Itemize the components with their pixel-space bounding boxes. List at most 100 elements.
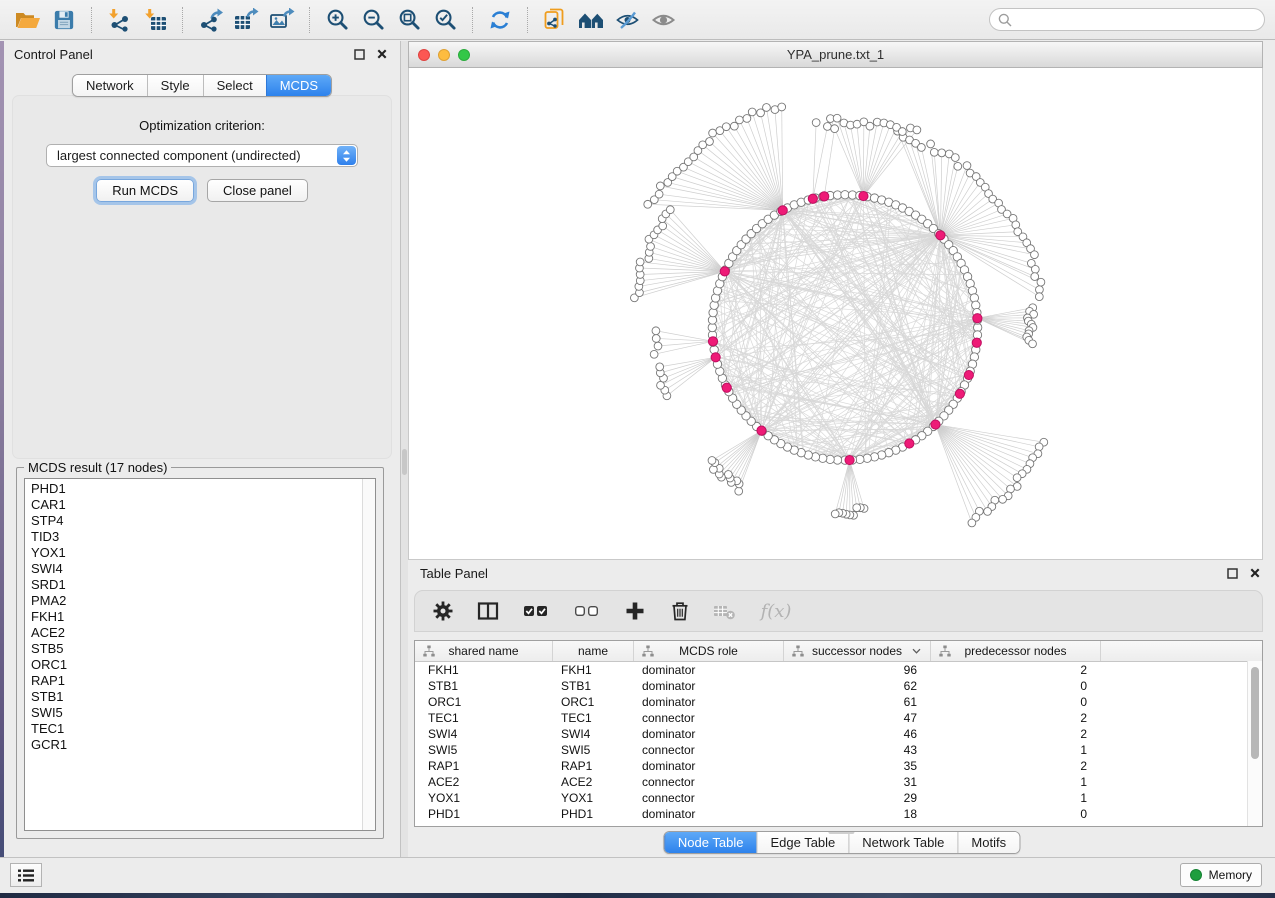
cell-shared-name[interactable]: ACE2 [415,775,553,789]
list-item[interactable]: FKH1 [31,609,362,625]
list-item[interactable]: PHD1 [31,481,362,497]
list-item[interactable]: CAR1 [31,497,362,513]
cell-shared-name[interactable]: PHD1 [415,807,553,821]
cell-mcds-role[interactable]: dominator [634,679,784,693]
zoom-out-icon[interactable] [355,4,391,36]
cell-mcds-role[interactable]: connector [634,743,784,757]
table-row[interactable]: SWI4SWI4dominator462 [415,726,1262,742]
list-item[interactable]: PMA2 [31,593,362,609]
float-panel-icon[interactable] [351,46,367,62]
cell-name[interactable]: TEC1 [553,711,634,725]
cell-shared-name[interactable]: TEC1 [415,711,553,725]
cell-predecessor-nodes[interactable]: 2 [931,759,1101,773]
column-header-name[interactable]: name [553,641,634,661]
cell-mcds-role[interactable]: dominator [634,695,784,709]
add-column-icon[interactable] [622,598,648,624]
cell-name[interactable]: PHD1 [553,807,634,821]
network-canvas[interactable] [408,68,1263,560]
task-history-button[interactable] [10,863,42,887]
search-box[interactable] [989,8,1265,31]
mcds-result-scrollbar[interactable] [362,479,375,830]
list-item[interactable]: TEC1 [31,721,362,737]
close-panel-icon[interactable] [374,46,390,62]
cell-successor-nodes[interactable]: 62 [784,679,931,693]
cell-successor-nodes[interactable]: 47 [784,711,931,725]
network-from-document-icon[interactable] [537,4,573,36]
minimize-window-icon[interactable] [438,49,450,61]
cell-name[interactable]: ORC1 [553,695,634,709]
cell-name[interactable]: ACE2 [553,775,634,789]
table-row[interactable]: FKH1FKH1dominator962 [415,662,1262,678]
close-panel-button[interactable]: Close panel [207,179,308,202]
cell-mcds-role[interactable]: connector [634,775,784,789]
cell-mcds-role[interactable]: dominator [634,663,784,677]
hide-eye-slash-icon[interactable] [609,4,645,36]
table-row[interactable]: ACE2ACE2connector311 [415,774,1262,790]
scrollbar-thumb[interactable] [1251,667,1259,759]
network-view-titlebar[interactable]: YPA_prune.txt_1 [408,41,1263,68]
cell-mcds-role[interactable]: dominator [634,807,784,821]
table-row[interactable]: TEC1TEC1connector472 [415,710,1262,726]
table-tab-motifs[interactable]: Motifs [957,832,1019,853]
cell-predecessor-nodes[interactable]: 2 [931,663,1101,677]
cell-shared-name[interactable]: SWI4 [415,727,553,741]
zoom-selected-icon[interactable] [427,4,463,36]
list-item[interactable]: STP4 [31,513,362,529]
cell-predecessor-nodes[interactable]: 2 [931,711,1101,725]
table-vertical-scrollbar[interactable] [1247,661,1262,826]
cell-shared-name[interactable]: SWI5 [415,743,553,757]
table-row[interactable]: YOX1YOX1connector291 [415,790,1262,806]
cell-mcds-role[interactable]: dominator [634,759,784,773]
cell-predecessor-nodes[interactable]: 2 [931,727,1101,741]
group-houses-icon[interactable] [573,4,609,36]
cell-mcds-role[interactable]: connector [634,791,784,805]
close-window-icon[interactable] [418,49,430,61]
tab-network[interactable]: Network [73,75,147,96]
list-item[interactable]: GCR1 [31,737,362,753]
column-header-shared-name[interactable]: shared name [415,641,553,661]
save-session-icon[interactable] [46,4,82,36]
export-image-icon[interactable] [264,4,300,36]
cell-successor-nodes[interactable]: 35 [784,759,931,773]
column-header-predecessor-nodes[interactable]: predecessor nodes [931,641,1101,661]
tab-style[interactable]: Style [147,75,203,96]
cell-shared-name[interactable]: RAP1 [415,759,553,773]
list-item[interactable]: SWI5 [31,705,362,721]
cell-successor-nodes[interactable]: 31 [784,775,931,789]
table-panel-grip[interactable] [829,831,855,834]
table-row[interactable]: PHD1PHD1dominator180 [415,806,1262,822]
list-item[interactable]: STB5 [31,641,362,657]
select-all-icon[interactable] [520,598,552,624]
list-item[interactable]: ACE2 [31,625,362,641]
cell-shared-name[interactable]: YOX1 [415,791,553,805]
cell-name[interactable]: STB1 [553,679,634,693]
cell-shared-name[interactable]: ORC1 [415,695,553,709]
list-item[interactable]: ORC1 [31,657,362,673]
optimization-criterion-select[interactable]: largest connected component (undirected) [46,144,358,167]
tab-select[interactable]: Select [203,75,266,96]
cell-successor-nodes[interactable]: 61 [784,695,931,709]
export-network-icon[interactable] [192,4,228,36]
list-item[interactable]: TID3 [31,529,362,545]
cell-mcds-role[interactable]: dominator [634,727,784,741]
cell-shared-name[interactable]: STB1 [415,679,553,693]
float-table-panel-icon[interactable] [1224,565,1240,581]
vertical-splitter[interactable] [401,41,408,857]
cell-predecessor-nodes[interactable]: 1 [931,743,1101,757]
network-graph[interactable] [409,68,1262,559]
cell-successor-nodes[interactable]: 29 [784,791,931,805]
column-header-successor-nodes[interactable]: successor nodes [784,641,931,661]
search-input[interactable] [1018,12,1256,28]
zoom-in-icon[interactable] [319,4,355,36]
cell-predecessor-nodes[interactable]: 0 [931,679,1101,693]
splitter-grip[interactable] [402,449,407,475]
cell-name[interactable]: YOX1 [553,791,634,805]
table-row[interactable]: SWI5SWI5connector431 [415,742,1262,758]
cell-name[interactable]: SWI4 [553,727,634,741]
tab-mcds[interactable]: MCDS [266,75,331,96]
cell-name[interactable]: RAP1 [553,759,634,773]
zoom-fit-icon[interactable] [391,4,427,36]
table-tab-edge-table[interactable]: Edge Table [756,832,848,853]
table-row[interactable]: STB1STB1dominator620 [415,678,1262,694]
cell-successor-nodes[interactable]: 43 [784,743,931,757]
